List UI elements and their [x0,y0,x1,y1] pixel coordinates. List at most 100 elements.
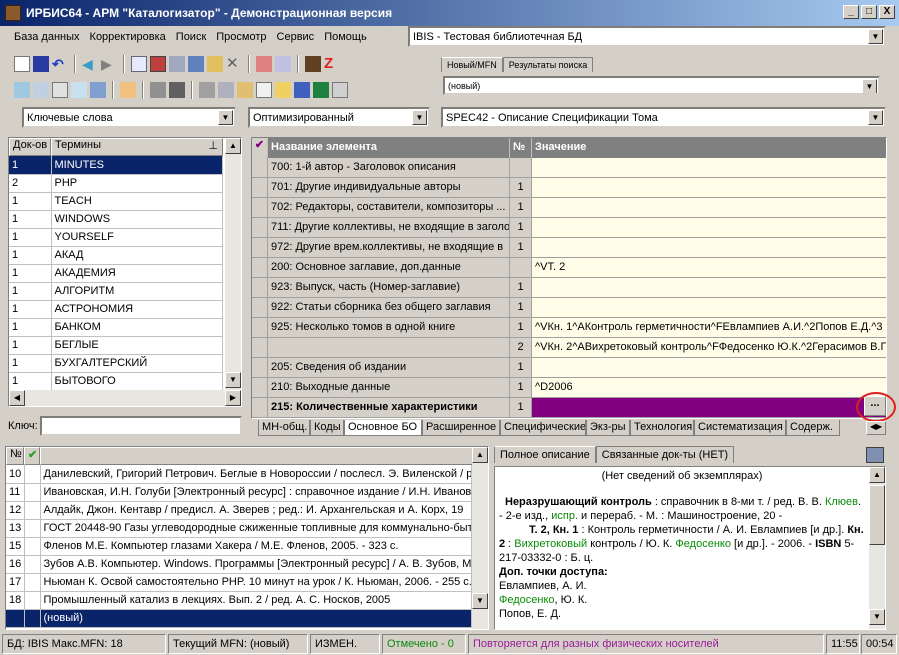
field-value[interactable] [532,398,886,417]
dict-row[interactable]: 1 YOURSELF [9,228,223,247]
excel-icon[interactable] [313,82,329,98]
film-icon[interactable] [305,56,321,72]
record-select[interactable]: (новый) ▼ [443,76,880,95]
editor-row[interactable]: 701: Другие индивидуальные авторы 1 [252,178,886,198]
field-value[interactable] [532,278,886,297]
scroll-down-icon[interactable]: ▼ [225,372,241,388]
dict-header-count[interactable]: Док-ов [9,138,51,156]
result-check[interactable] [24,555,41,574]
result-check[interactable] [24,519,41,538]
editor-row[interactable]: 972: Другие врем.коллективы, не входящие… [252,238,886,258]
editor-row[interactable]: 702: Редакторы, составители, композиторы… [252,198,886,218]
worksheet-select[interactable]: SPEC42 - Описание Спецификации Тома ▼ [441,107,886,128]
result-check[interactable] [24,501,41,520]
book-icon[interactable] [237,82,253,98]
editor-row[interactable]: 215: Количественные характеристики 1 [252,398,886,418]
result-check[interactable] [24,483,41,502]
folder-icon[interactable] [169,82,185,98]
result-row[interactable]: 16 Зубов А.В. Компьютер. Windows. Програм… [6,555,472,574]
editor-tab[interactable]: Расширенное [422,420,500,436]
scroll-down-icon[interactable]: ▼ [869,609,885,625]
result-row[interactable]: 10 Данилевский, Григорий Петрович. Беглые… [6,465,472,484]
result-check[interactable] [24,609,41,628]
dict-row[interactable]: 1 АСТРОНОМИЯ [9,300,223,319]
editor-row[interactable]: 210: Выходные данные 1 ^D2006 [252,378,886,398]
result-row[interactable]: 17 Ньюман К. Освой самостоятельно PHP. 10… [6,573,472,592]
result-check[interactable] [24,537,41,556]
dict-row[interactable]: 1 БЕГЛЫЕ [9,336,223,355]
mail-icon[interactable] [52,82,68,98]
field-value[interactable] [532,178,886,197]
result-row[interactable]: 13 ГОСТ 20448-90 Газы углеводородные сжиж… [6,519,472,538]
field-value[interactable] [532,218,886,237]
field-value[interactable] [532,238,886,257]
link-vikhretokovy[interactable]: Вихретоковый [514,538,587,550]
editor-header-name[interactable]: Название элемента [268,138,510,158]
dict-row[interactable]: 1 АКАДЕМИЯ [9,264,223,283]
dict-row[interactable]: 1 БУХГАЛТЕРСКИЙ [9,354,223,373]
editor-tab[interactable]: Технология [630,420,694,436]
desc-scrollbar[interactable]: ▲ ▼ [869,467,885,629]
save-icon[interactable] [33,56,49,72]
editor-tab[interactable]: Основное БО [344,420,422,436]
arrow-left-icon[interactable]: ◀ [82,56,98,72]
editor-row[interactable]: 2 ^VКн. 2^AВихретоковый контроль^FФедосен… [252,338,886,358]
export-icon[interactable] [275,56,291,72]
editor-header-num[interactable]: № [510,138,532,158]
search-type-select[interactable]: Ключевые слова ▼ [22,107,236,128]
result-check[interactable] [24,591,41,610]
editor-row[interactable]: 200: Основное заглавие, доп.данные ^VT. 2 [252,258,886,278]
dict-row[interactable]: 1 MINUTES [9,156,223,175]
editor-tab[interactable]: Экз-ры [586,420,630,436]
arrow-right-icon[interactable]: ▶ [101,56,117,72]
result-row[interactable]: 15 Фленов М.Е. Компьютер глазами Хакера /… [6,537,472,556]
scroll-up-icon[interactable]: ▲ [225,138,241,154]
check-icon[interactable]: ✔ [24,447,40,465]
maximize-button[interactable]: □ [861,5,877,19]
dict-row[interactable]: 1 АЛГОРИТМ [9,282,223,301]
chevron-down-icon[interactable]: ▼ [868,29,883,44]
database-select[interactable]: IBIS - Тестовая библиотечная БД ▼ [408,26,886,47]
result-row[interactable]: 12 Алдайк, Джон. Кентавр / предисл. А. Зв… [6,501,472,520]
transfer-icon[interactable] [90,82,106,98]
tab-related-docs[interactable]: Связанные док-ты (НЕТ) [595,446,735,463]
tree-icon[interactable] [188,56,204,72]
close-button[interactable]: X [879,5,895,19]
glasses-icon[interactable] [150,82,166,98]
minimize-button[interactable]: _ [843,5,859,19]
editor-row[interactable]: 700: 1-й автор - Заголовок описания [252,158,886,178]
results-header-desc[interactable] [40,447,488,465]
link-klyuev[interactable]: Клюев [825,496,858,508]
tab-search-results[interactable]: Результаты поиска [502,57,594,72]
link-fedosenko[interactable]: Федосенко [675,538,731,550]
editor-row[interactable]: 922: Статьи сборника без общего заглавия… [252,298,886,318]
copy-icon[interactable] [131,56,147,72]
editor-header-value[interactable]: Значение [532,138,886,158]
menu-service[interactable]: Сервис [277,31,315,43]
results-header-num[interactable]: № [6,447,24,465]
field-value[interactable] [532,158,886,177]
field-value[interactable]: ^VКн. 1^AКонтроль герметичности^FЕвлампи… [532,318,886,337]
scroll-right-icon[interactable]: ▶ [225,390,241,406]
editor-row[interactable]: 923: Выпуск, часть (Номер-заглавие) 1 [252,278,886,298]
field-value[interactable] [532,358,886,377]
editor-row[interactable]: 925: Несколько томов в одной книге 1 ^VКн.… [252,318,886,338]
scroll-down-icon[interactable]: ▼ [472,593,488,609]
check-icon[interactable]: ✔ [252,138,268,158]
field-value[interactable]: ^D2006 [532,378,886,397]
dict-hscrollbar[interactable]: ◀ ▶ [9,390,241,406]
dict-row[interactable]: 1 БАНКОМ [9,318,223,337]
hand-icon[interactable] [120,82,136,98]
chat-icon[interactable] [71,82,87,98]
edit-icon[interactable] [207,56,223,72]
results-scrollbar[interactable]: ▲ ▼ [472,447,488,629]
scroll-up-icon[interactable]: ▲ [869,467,885,483]
dict-row[interactable]: 1 WINDOWS [9,210,223,229]
table-icon[interactable] [150,56,166,72]
result-check[interactable] [24,573,41,592]
result-row[interactable]: 18 Промышленный катализ в лекциях. Вып. 2… [6,591,472,610]
chevron-down-icon[interactable]: ▼ [218,110,233,125]
folder-open-icon[interactable] [275,82,291,98]
dict-row[interactable]: 1 АКАД [9,246,223,265]
tools-icon[interactable] [169,56,185,72]
